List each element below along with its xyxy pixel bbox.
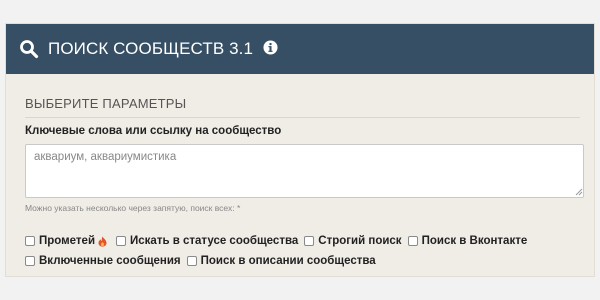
option-strict-search[interactable]: Строгий поиск <box>304 235 402 247</box>
search-icon <box>20 40 39 59</box>
resize-grip-icon[interactable] <box>574 187 583 196</box>
panel-title: ПОИСК СООБЩЕСТВ 3.1 <box>48 39 254 58</box>
options-row-1: Прометей Искать в статусе сообщества Стр… <box>25 235 533 247</box>
option-label: Искать в статусе сообщества <box>130 235 299 247</box>
checkbox[interactable] <box>186 256 197 266</box>
checkbox[interactable] <box>25 236 35 246</box>
option-enabled-messages[interactable]: Включенные сообщения <box>25 255 181 267</box>
option-label: Прометей <box>39 235 96 247</box>
option-label: Поиск в Вконтакте <box>421 235 528 247</box>
option-label: Поиск в описании сообщества <box>200 255 376 267</box>
option-search-status[interactable]: Искать в статусе сообщества <box>116 235 298 247</box>
checkbox[interactable] <box>304 236 315 246</box>
checkbox[interactable] <box>116 236 127 246</box>
search-panel: ПОИСК СООБЩЕСТВ 3.1 ВЫБЕРИТЕ ПАРАМЕТРЫ К… <box>5 23 595 277</box>
keywords-input[interactable] <box>25 144 584 198</box>
checkbox[interactable] <box>407 236 418 246</box>
fire-icon <box>98 236 107 247</box>
option-search-description[interactable]: Поиск в описании сообщества <box>186 255 376 267</box>
options-row-2: Включенные сообщения Поиск в описании со… <box>25 255 382 267</box>
option-prometheus[interactable]: Прометей <box>25 235 110 247</box>
section-divider <box>25 117 580 118</box>
section-title: ВЫБЕРИТЕ ПАРАМЕТРЫ <box>25 96 187 111</box>
option-label: Включенные сообщения <box>39 255 181 267</box>
option-search-vk[interactable]: Поиск в Вконтакте <box>407 235 528 247</box>
keywords-hint: Можно указать несколько через запятую, п… <box>25 203 241 213</box>
keywords-label: Ключевые слова или ссылку на сообщество <box>25 125 282 137</box>
info-icon[interactable] <box>263 39 278 55</box>
option-label: Строгий поиск <box>318 235 402 247</box>
panel-header: ПОИСК СООБЩЕСТВ 3.1 <box>6 24 594 74</box>
checkbox[interactable] <box>25 256 35 266</box>
